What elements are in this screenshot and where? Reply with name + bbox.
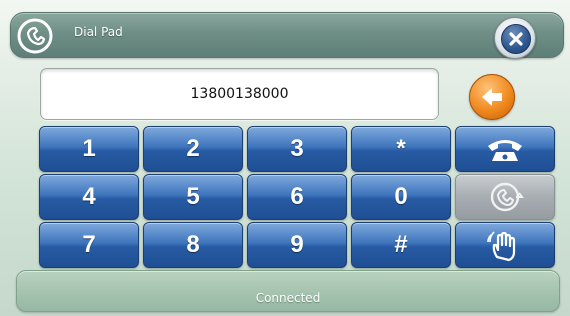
status-text: Connected bbox=[255, 291, 321, 305]
key-4[interactable]: 4 bbox=[39, 174, 139, 220]
key-7[interactable]: 7 bbox=[39, 222, 139, 268]
status-bar: Connected bbox=[16, 270, 560, 312]
phone-call-icon bbox=[488, 140, 522, 161]
page-title: Dial Pad bbox=[74, 25, 123, 39]
key-3[interactable]: 3 bbox=[247, 126, 347, 172]
key-5[interactable]: 5 bbox=[143, 174, 243, 220]
call-button[interactable] bbox=[455, 126, 555, 172]
close-icon bbox=[501, 24, 531, 54]
backspace-arrow-icon bbox=[482, 88, 502, 106]
transfer-button[interactable] bbox=[455, 174, 555, 220]
key-0[interactable]: 0 bbox=[351, 174, 451, 220]
backspace-button[interactable] bbox=[469, 74, 515, 120]
key-8[interactable]: 8 bbox=[143, 222, 243, 268]
phone-transfer-icon bbox=[490, 182, 524, 212]
number-display: 13800138000 bbox=[40, 68, 439, 120]
close-button[interactable] bbox=[494, 17, 536, 59]
key-hash[interactable]: # bbox=[351, 222, 451, 268]
key-9[interactable]: 9 bbox=[247, 222, 347, 268]
hand-icon bbox=[487, 231, 516, 262]
key-6[interactable]: 6 bbox=[247, 174, 347, 220]
key-2[interactable]: 2 bbox=[143, 126, 243, 172]
phone-handset-icon bbox=[16, 17, 54, 55]
key-1[interactable]: 1 bbox=[39, 126, 139, 172]
hold-button[interactable] bbox=[455, 222, 555, 268]
key-star[interactable]: * bbox=[351, 126, 451, 172]
